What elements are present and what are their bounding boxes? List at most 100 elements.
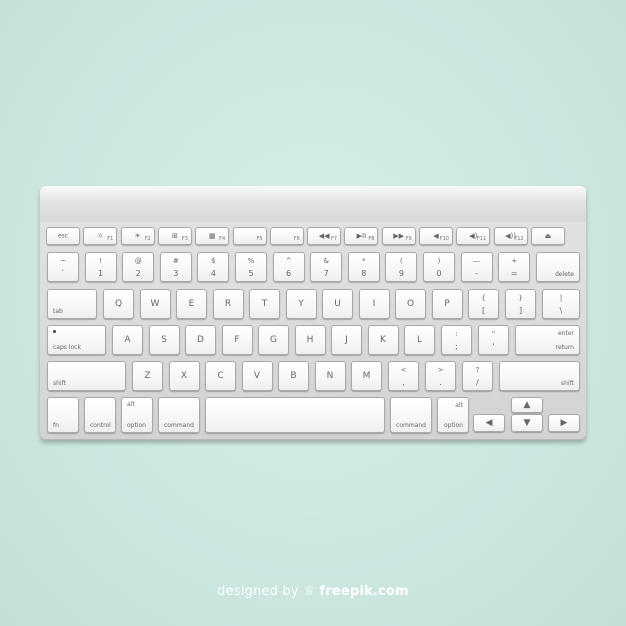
key-j[interactable]: J	[331, 325, 362, 355]
key-shift-label: shift	[53, 380, 66, 387]
key-base-symbol: 3	[173, 269, 179, 278]
key-o[interactable]: O	[395, 289, 426, 319]
key-i[interactable]: I	[358, 289, 390, 319]
key-command-right[interactable]: command	[390, 397, 432, 433]
key-m[interactable]: M	[351, 361, 382, 391]
key-arrow-down[interactable]: ▼	[511, 414, 543, 432]
key-bracket-left[interactable]: {[	[468, 289, 499, 319]
key-equals[interactable]: + =	[498, 252, 531, 282]
arrow-up-icon: ▲	[523, 400, 531, 410]
key-f7[interactable]: ◀◀ F7	[307, 227, 342, 245]
key-b[interactable]: B	[278, 361, 309, 391]
key-letter: R	[224, 299, 232, 309]
key-0[interactable]: ) 0	[423, 252, 455, 282]
key-f[interactable]: F	[221, 325, 253, 355]
key-shift-symbol: @	[134, 257, 142, 265]
key-minus[interactable]: — -	[460, 252, 493, 282]
key-arrow-up[interactable]: ▲	[511, 397, 543, 413]
key-letter: E	[188, 299, 195, 309]
key-letter: M	[362, 371, 371, 381]
key-f1[interactable]: ☼ F1	[83, 227, 118, 245]
key-eject[interactable]: ⏏	[530, 227, 565, 245]
key-esc[interactable]: esc	[46, 227, 80, 245]
key-shift-left[interactable]: shift	[47, 361, 126, 391]
key-shift-right[interactable]: shift	[499, 361, 580, 391]
key-k[interactable]: K	[367, 325, 399, 355]
key-f10[interactable]: ◀ F10	[419, 227, 453, 245]
key-w[interactable]: W	[139, 289, 171, 319]
crown-icon: ♕	[303, 584, 316, 599]
key-f4[interactable]: ▦ F4	[195, 227, 230, 245]
key-s[interactable]: S	[148, 325, 180, 355]
key-base-symbol: `	[61, 269, 65, 278]
key-h[interactable]: H	[294, 325, 326, 355]
key-f6[interactable]: F6	[269, 227, 304, 245]
key-space[interactable]	[205, 397, 385, 433]
key-8[interactable]: * 8	[347, 252, 380, 282]
f11-number: F11	[477, 236, 487, 242]
key-e[interactable]: E	[176, 289, 207, 319]
key-letter: Y	[298, 299, 304, 309]
key-l[interactable]: L	[404, 325, 435, 355]
f12-number: F12	[514, 236, 524, 242]
key-d[interactable]: D	[185, 325, 216, 355]
key-return-label: return	[555, 344, 574, 351]
key-bracket-right[interactable]: }]	[505, 289, 536, 319]
key-z[interactable]: Z	[132, 361, 163, 391]
key-u[interactable]: U	[322, 289, 353, 319]
key-2[interactable]: @2	[122, 252, 155, 282]
key-shift-symbol: *	[362, 257, 366, 265]
key-q[interactable]: Q	[103, 289, 134, 319]
key-backslash[interactable]: | \	[542, 289, 580, 319]
key-4[interactable]: $4	[197, 252, 230, 282]
key-v[interactable]: V	[241, 361, 273, 391]
key-f11[interactable]: ◀) F11	[456, 227, 491, 245]
key-r[interactable]: R	[212, 289, 244, 319]
key-backtick[interactable]: ~ `	[47, 252, 79, 282]
key-f8[interactable]: ▶II F8	[344, 227, 379, 245]
key-f3[interactable]: ⊞ F3	[157, 227, 192, 245]
key-9[interactable]: (9	[385, 252, 418, 282]
key-shift-symbol: ^	[285, 257, 292, 265]
key-y[interactable]: Y	[285, 289, 317, 319]
key-t[interactable]: T	[249, 289, 280, 319]
key-n[interactable]: N	[314, 361, 346, 391]
key-letter: T	[261, 299, 268, 309]
key-base-symbol: 1	[98, 269, 104, 278]
key-5[interactable]: % 5	[235, 252, 267, 282]
key-return[interactable]: enter return	[515, 325, 580, 355]
key-p[interactable]: P	[431, 289, 463, 319]
key-period[interactable]: >.	[425, 361, 456, 391]
key-delete[interactable]: delete	[536, 252, 580, 282]
key-1[interactable]: ! 1	[84, 252, 117, 282]
key-f9[interactable]: ▶▶ F9	[381, 227, 416, 245]
key-base-symbol: 0	[436, 269, 442, 278]
key-x[interactable]: X	[168, 361, 200, 391]
key-tab[interactable]: tab	[47, 289, 97, 319]
key-slash[interactable]: ? /	[462, 361, 493, 391]
key-option-left[interactable]: alt option	[121, 397, 153, 433]
key-f2[interactable]: ☀ F2	[120, 227, 155, 245]
key-quote[interactable]: " '	[478, 325, 509, 355]
key-caps-lock[interactable]: caps lock	[47, 325, 106, 355]
key-arrow-left[interactable]: ◀	[473, 414, 505, 432]
key-fn[interactable]: fn	[47, 397, 79, 433]
key-6[interactable]: ^ 6	[272, 252, 305, 282]
key-f5[interactable]: F5	[232, 227, 267, 245]
key-delete-label: delete	[555, 271, 574, 278]
key-7[interactable]: & 7	[310, 252, 343, 282]
key-a[interactable]: A	[112, 325, 143, 355]
key-f12[interactable]: ◀)) F12	[493, 227, 528, 245]
key-alt-label: alt	[455, 402, 463, 409]
key-arrow-right[interactable]: ▶	[548, 414, 580, 432]
key-g[interactable]: G	[258, 325, 289, 355]
key-3[interactable]: #3	[159, 252, 192, 282]
key-shift-symbol: }	[518, 294, 523, 302]
key-command-left[interactable]: command	[158, 397, 200, 433]
key-semicolon[interactable]: :;	[441, 325, 472, 355]
key-option-right[interactable]: alt option	[437, 397, 469, 433]
key-c[interactable]: C	[205, 361, 236, 391]
key-comma[interactable]: <,	[388, 361, 419, 391]
key-control[interactable]: control	[84, 397, 116, 433]
key-base-symbol: 2	[135, 269, 141, 278]
